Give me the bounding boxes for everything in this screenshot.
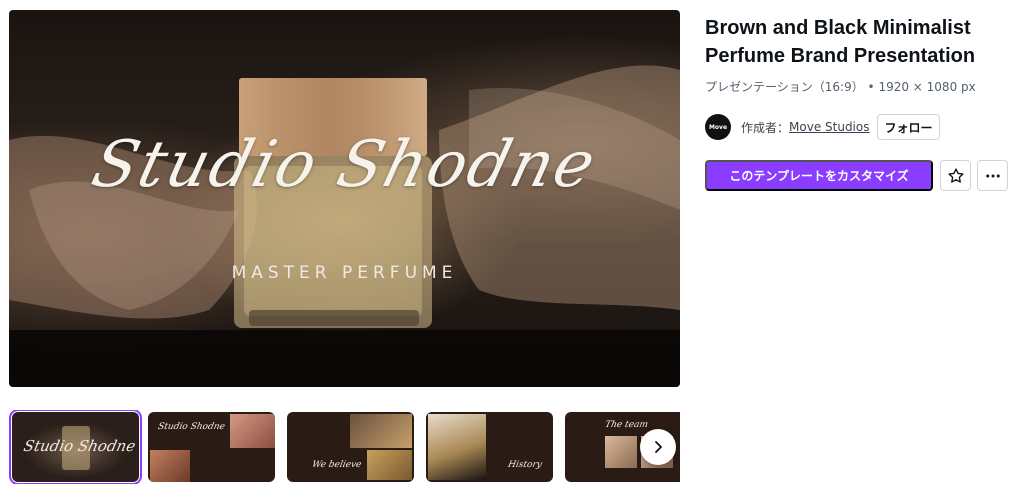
creator-row: Move 作成者： Move Studios フォロー: [705, 114, 1015, 140]
template-title: Brown and Black Minimalist Perfume Brand…: [705, 17, 976, 67]
template-dimensions: • 1920 × 1080 px: [867, 80, 976, 94]
thumbnail-page-4[interactable]: History: [426, 412, 553, 482]
thumb-photo-lips: [230, 414, 275, 448]
preview-subtitle: MASTER PERFUME: [231, 263, 458, 283]
thumb-team-photo-1: [605, 436, 637, 468]
customize-template-button[interactable]: このテンプレートをカスタマイズ: [705, 160, 933, 191]
creator-name-link[interactable]: Move Studios: [789, 120, 869, 134]
star-icon: [948, 167, 963, 183]
favorite-button[interactable]: [940, 160, 971, 191]
next-thumbnails-button[interactable]: [640, 429, 676, 465]
thumb-photo-bottle: [350, 414, 412, 448]
preview-script-title: Studio Shodne: [84, 128, 605, 202]
template-preview[interactable]: Studio Shodne MASTER PERFUME: [9, 10, 680, 387]
thumbnail-page-2[interactable]: Studio Shodne: [148, 412, 275, 482]
thumb-photo-bottles: [150, 450, 190, 482]
creator-prefix: 作成者：: [741, 120, 790, 135]
avatar-text: Move: [708, 123, 728, 131]
thumb-script: Studio Shodne: [22, 437, 138, 455]
template-meta: プレゼンテーション（16:9） • 1920 × 1080 px: [705, 78, 1015, 95]
chevron-right-icon: [655, 441, 662, 453]
thumbnail-page-1[interactable]: Studio Shodne: [9, 410, 142, 484]
thumbnail-page-3[interactable]: We believe: [287, 412, 414, 482]
template-actions: このテンプレートをカスタマイズ: [705, 160, 1008, 191]
thumb-script: The team: [603, 420, 649, 430]
more-horizontal-icon: [985, 174, 1000, 177]
follow-button[interactable]: フォロー: [877, 114, 940, 140]
thumb-script: History: [506, 460, 543, 470]
thumb-script: Studio Shodne: [156, 422, 226, 432]
thumb-photo-perfume: [428, 414, 486, 480]
template-type: プレゼンテーション（16:9）: [705, 80, 864, 94]
thumb-script: We believe: [310, 460, 363, 470]
template-details-panel: Brown and Black Minimalist Perfume Brand…: [705, 14, 1015, 191]
creator-avatar[interactable]: Move: [705, 114, 731, 140]
thumb-photo-bottle-2: [367, 450, 412, 480]
page-thumbnail-strip: Studio Shodne Studio Shodne We believe H…: [9, 410, 680, 484]
more-options-button[interactable]: [977, 160, 1008, 191]
